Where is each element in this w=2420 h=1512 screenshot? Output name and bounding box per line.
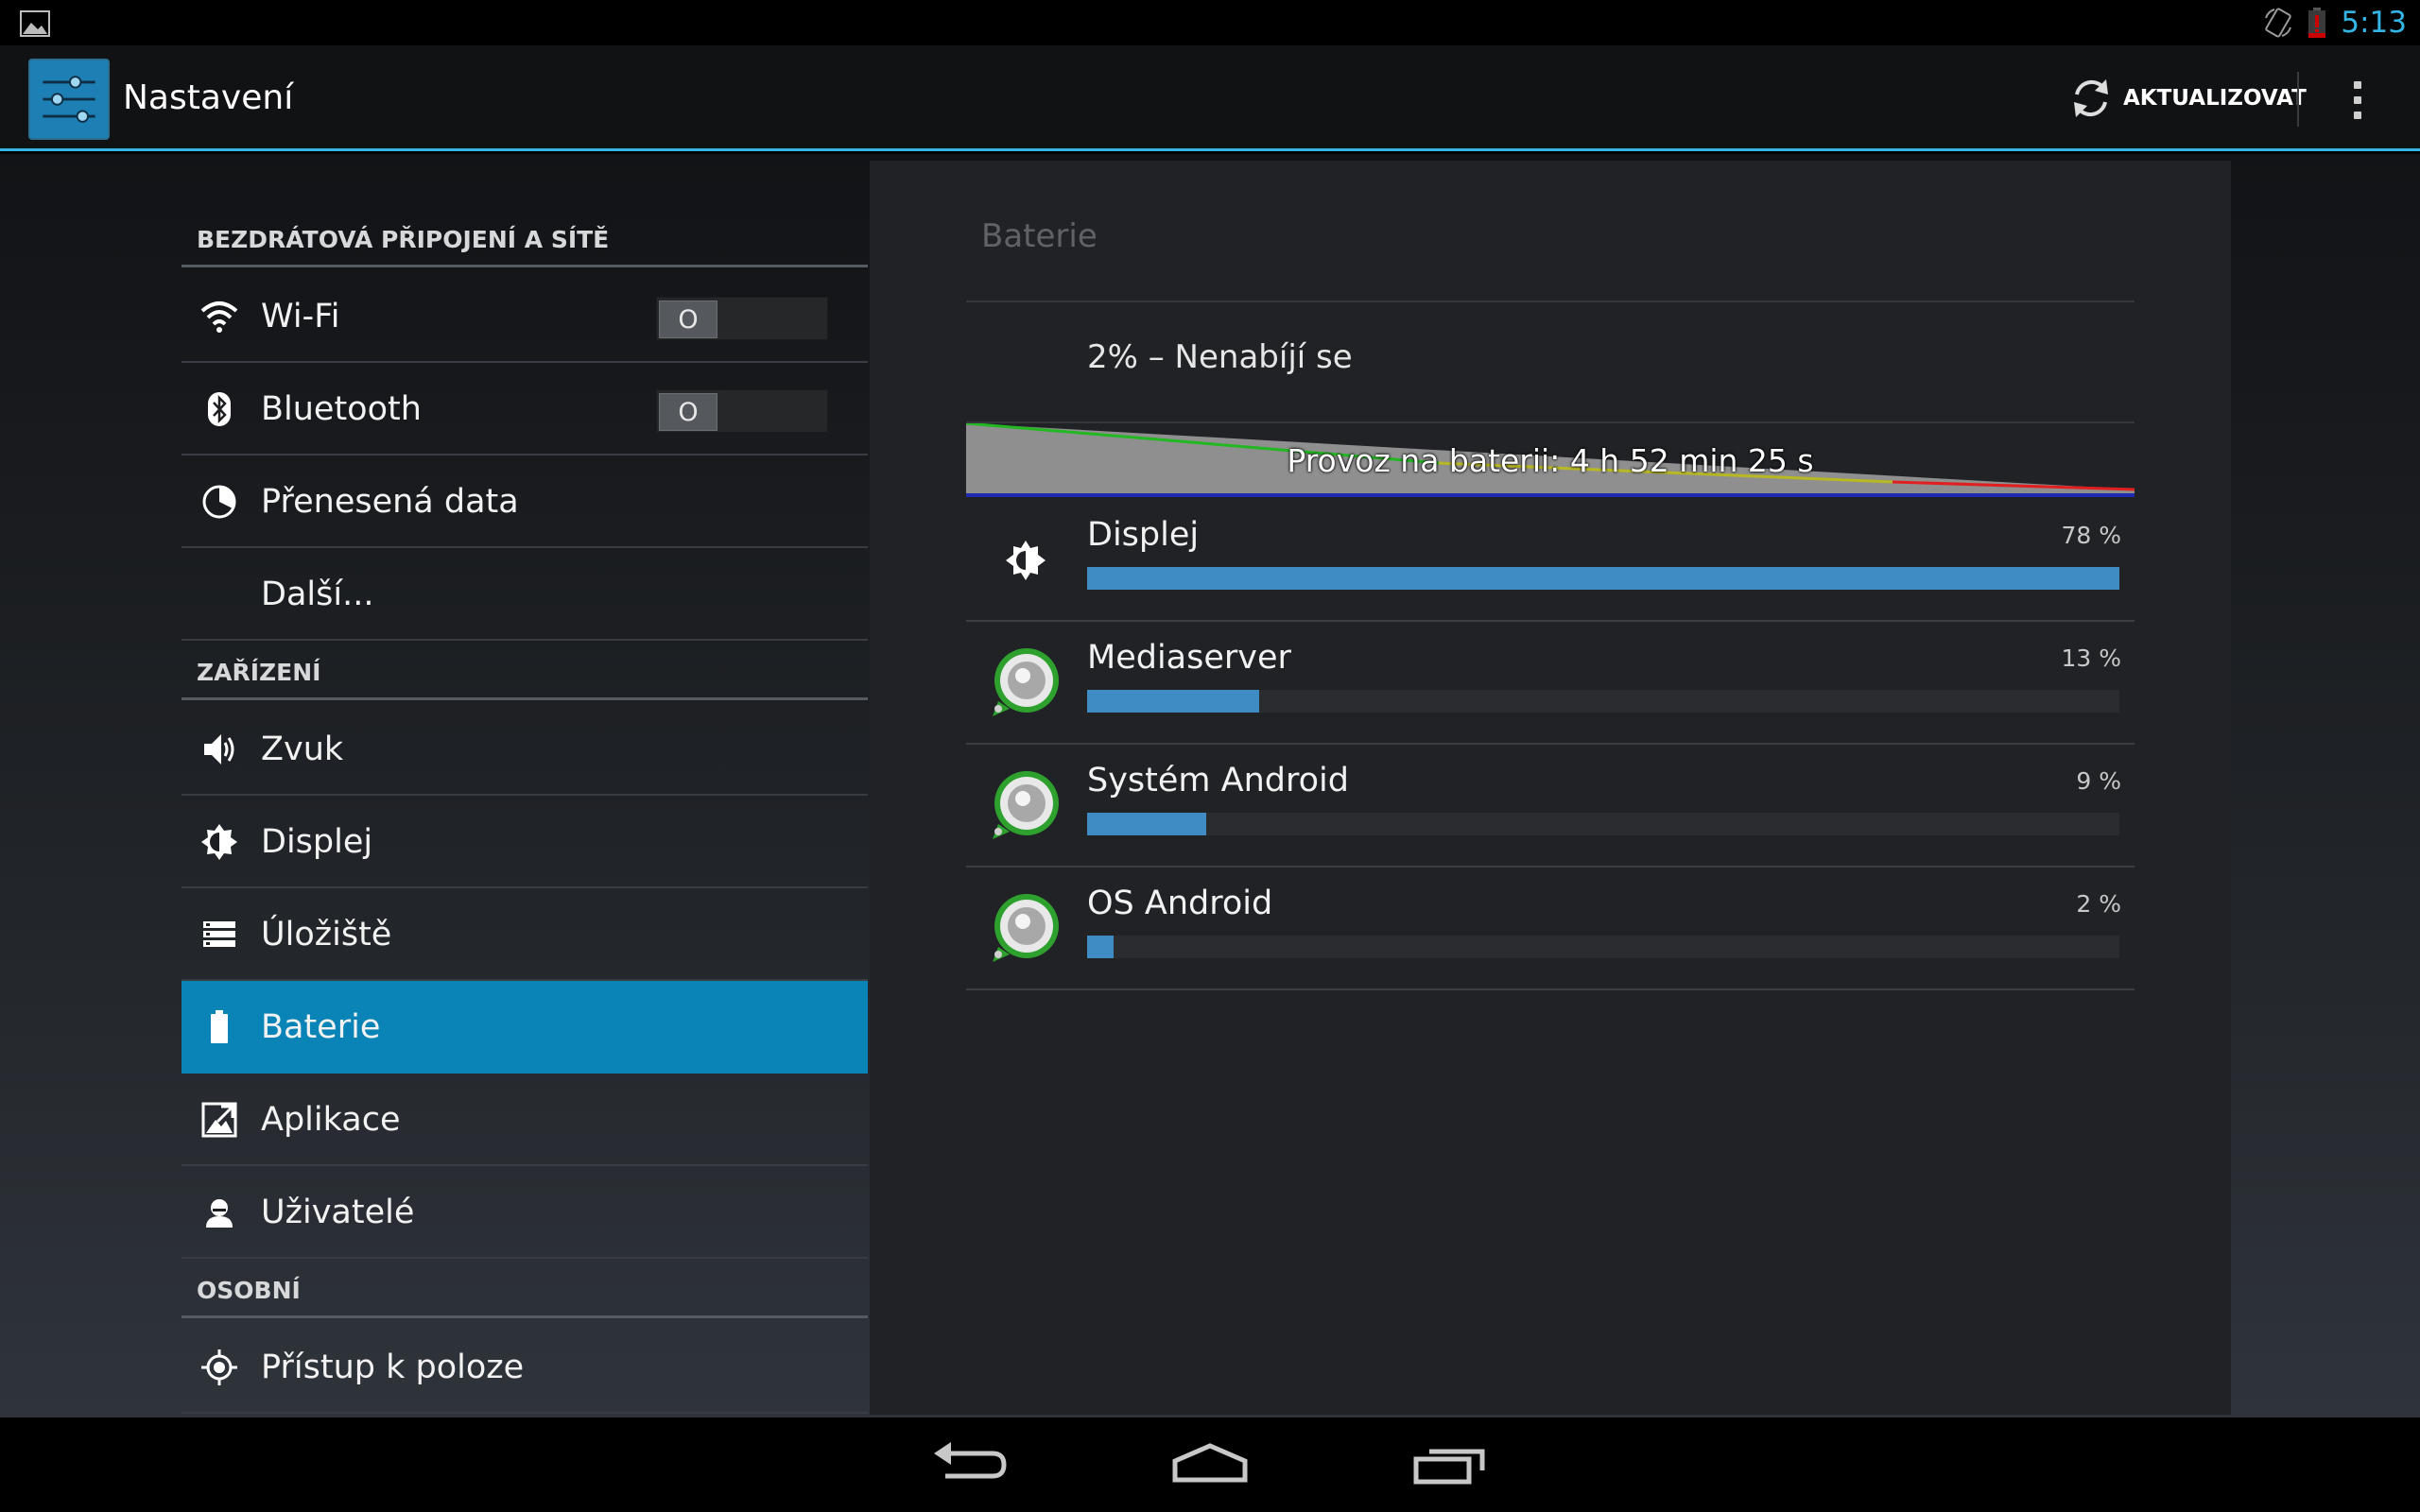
android-app-icon [993, 894, 1059, 962]
wifi-icon [200, 301, 238, 333]
app-percent: 2 % [2076, 890, 2121, 918]
toggle-knob: O [659, 301, 717, 338]
sidebar-item-label: Přenesená data [261, 483, 519, 521]
sidebar-item-display[interactable]: Displej [182, 796, 868, 888]
usage-bar-track [1087, 813, 2119, 835]
sidebar-item-battery[interactable]: Baterie [182, 981, 868, 1074]
battery-app-row-android-os[interactable]: OS Android 2 % [966, 868, 2135, 990]
app-name: OS Android [1087, 885, 1273, 922]
section-header-label: OSOBNÍ [197, 1277, 301, 1304]
section-header-personal: OSOBNÍ [182, 1243, 868, 1318]
battery-runtime-label: Provoz na baterii: 4 h 52 min 25 s [1287, 442, 1814, 479]
action-bar: Nastavení AKTUALIZOVAT [0, 45, 2420, 151]
back-icon[interactable] [926, 1436, 1011, 1493]
sidebar-item-wifi[interactable]: Wi-Fi O [182, 270, 868, 363]
brightness-icon [201, 824, 237, 860]
sidebar-item-label: Displej [261, 823, 373, 861]
panel-title: Baterie [981, 217, 1098, 255]
status-bar: 5:13 [0, 0, 2420, 45]
sidebar-item-location[interactable]: Přístup k poloze [182, 1321, 868, 1414]
sidebar-item-label: Wi-Fi [261, 298, 340, 335]
brightness-icon [1006, 541, 1046, 580]
sidebar-item-apps[interactable]: Aplikace [182, 1074, 868, 1166]
battery-app-row-mediaserver[interactable]: Mediaserver 13 % [966, 622, 2135, 745]
sidebar-item-label: Baterie [261, 1008, 381, 1046]
storage-icon [203, 921, 235, 947]
sidebar-item-bluetooth[interactable]: Bluetooth O [182, 363, 868, 455]
app-name: Mediaserver [1087, 639, 1291, 677]
overflow-dot [2354, 96, 2361, 104]
android-app-icon [993, 648, 1059, 716]
sidebar-item-label: Přístup k poloze [261, 1349, 525, 1386]
usage-bar-fill [1087, 936, 1114, 958]
clock: 5:13 [2341, 6, 2407, 40]
settings-app-icon[interactable] [28, 59, 110, 140]
usage-bar-track [1087, 690, 2119, 713]
battery-history-graph[interactable]: Provoz na baterii: 4 h 52 min 25 s [965, 421, 2135, 499]
bluetooth-toggle[interactable]: O [656, 389, 828, 433]
android-app-icon [993, 771, 1059, 839]
battery-app-row-android-system[interactable]: Systém Android 9 % [966, 745, 2135, 868]
sidebar-item-label: Bluetooth [261, 390, 422, 428]
home-icon[interactable] [1167, 1436, 1253, 1493]
navigation-bar [0, 1418, 2420, 1512]
sidebar-item-label: Aplikace [261, 1101, 401, 1139]
app-name: Displej [1087, 516, 1200, 554]
refresh-label: AKTUALIZOVAT [2123, 86, 2307, 111]
overflow-dot [2354, 112, 2361, 119]
usage-bar-track [1087, 567, 2119, 590]
action-divider [2297, 72, 2299, 127]
section-header-label: BEZDRÁTOVÁ PŘIPOJENÍ A SÍTĚ [197, 226, 610, 253]
toggle-knob: O [659, 393, 717, 431]
user-icon [206, 1199, 233, 1228]
app-percent: 78 % [2061, 522, 2121, 549]
location-icon [201, 1349, 237, 1385]
app-percent: 9 % [2076, 767, 2121, 795]
battery-status[interactable]: 2% – Nenabíjí se [1087, 338, 1353, 376]
rotation-lock-icon [2265, 8, 2292, 38]
usage-bar-track [1087, 936, 2119, 958]
usage-bar-fill [1087, 813, 1206, 835]
recent-apps-icon[interactable] [1409, 1436, 1494, 1493]
speaker-icon [204, 734, 234, 765]
gallery-notification-icon [20, 10, 50, 37]
apps-icon [201, 1102, 237, 1138]
section-header-device: ZAŘÍZENÍ [182, 625, 868, 700]
sidebar-item-data-usage[interactable]: Přenesená data [182, 455, 868, 548]
usage-bar-fill [1087, 690, 1259, 713]
sidebar-item-sound[interactable]: Zvuk [182, 703, 868, 796]
bluetooth-icon [208, 392, 231, 426]
main-area: BEZDRÁTOVÁ PŘIPOJENÍ A SÍTĚ Wi-Fi O Blue… [0, 154, 2420, 1418]
refresh-button[interactable]: AKTUALIZOVAT [2070, 72, 2307, 125]
wifi-toggle[interactable]: O [656, 297, 828, 340]
divider [966, 301, 2135, 302]
battery-icon [211, 1010, 228, 1043]
settings-list: BEZDRÁTOVÁ PŘIPOJENÍ A SÍTĚ Wi-Fi O Blue… [182, 154, 868, 1418]
app-percent: 13 % [2061, 644, 2121, 672]
overflow-dot [2354, 81, 2361, 89]
overflow-menu-button[interactable] [2335, 74, 2380, 127]
section-header-wireless: BEZDRÁTOVÁ PŘIPOJENÍ A SÍTĚ [182, 192, 868, 267]
battery-low-icon [2308, 8, 2326, 38]
data-usage-icon [202, 485, 236, 519]
battery-panel: Baterie 2% – Nenabíjí se Provoz na bater… [870, 161, 2231, 1415]
page-title: Nastavení [123, 78, 294, 117]
battery-app-row-display[interactable]: Displej 78 % [966, 499, 2135, 622]
section-header-label: ZAŘÍZENÍ [197, 659, 321, 686]
sidebar-item-label: Úložiště [261, 916, 392, 954]
usage-bar-fill [1087, 567, 2119, 590]
sidebar-item-label: Zvuk [261, 730, 344, 768]
refresh-icon [2074, 79, 2108, 117]
sidebar-item-storage[interactable]: Úložiště [182, 888, 868, 981]
app-name: Systém Android [1087, 762, 1349, 799]
